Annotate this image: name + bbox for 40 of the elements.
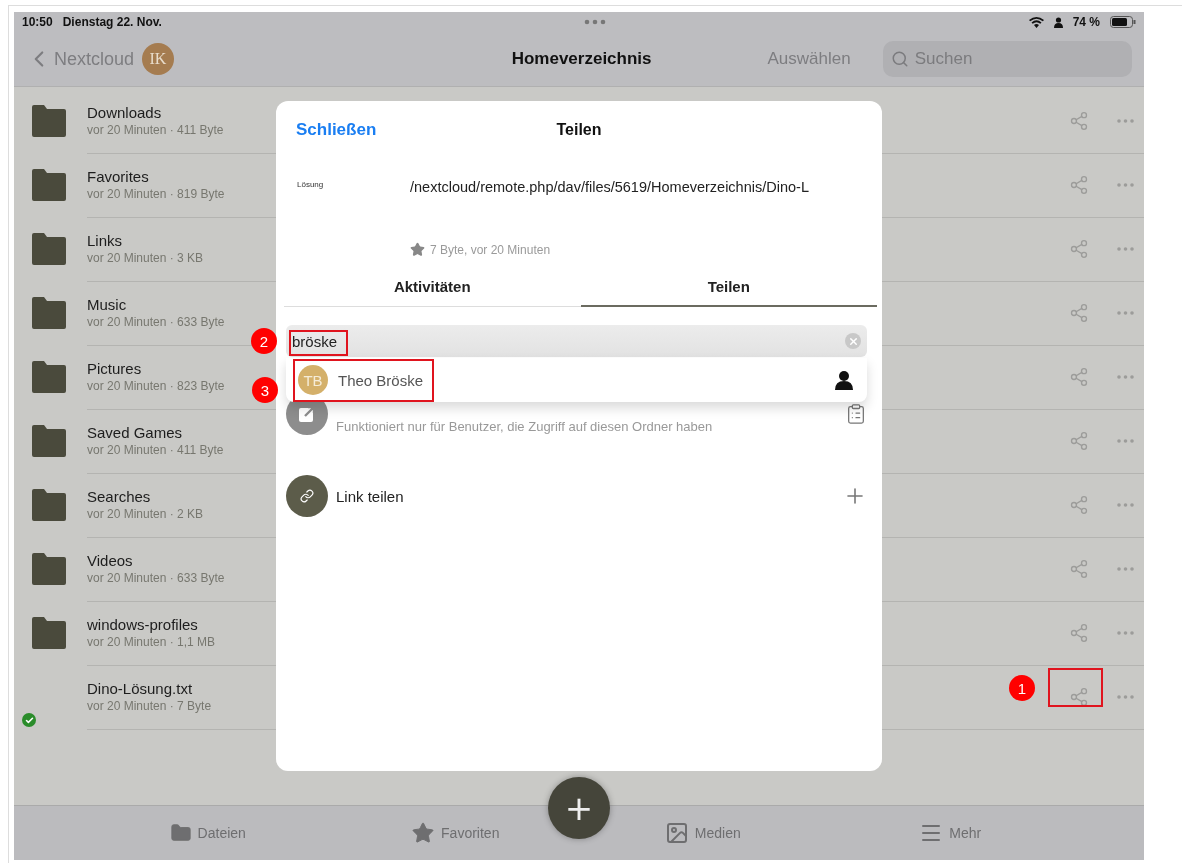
status-time: 10:50 [22, 15, 53, 29]
step-marker: 1 [1009, 675, 1035, 701]
sheet-title: Teilen [556, 121, 602, 139]
file-meta: vor 20 Minuten · 1,1 MB [87, 635, 216, 649]
share-search-field[interactable]: bröske [286, 325, 867, 357]
folder-title: Homeverzeichnis [511, 49, 652, 69]
file-details: 7 Byte, vor 20 Minuten [410, 242, 882, 257]
file-preview-text: Lösung [297, 180, 324, 189]
battery-percent: 74 % [1072, 15, 1100, 29]
file-name[interactable]: Pictures [87, 360, 142, 377]
user-suggestion[interactable]: TB Theo Bröske [294, 363, 428, 397]
file-name[interactable]: Searches [87, 488, 151, 505]
file-meta: vor 20 Minuten · 633 Byte [87, 571, 225, 585]
file-meta: vor 20 Minuten · 3 KB [87, 251, 204, 265]
file-name[interactable]: Saved Games [87, 424, 183, 441]
file-name[interactable]: windows-profiles [87, 616, 198, 633]
file-name[interactable]: Dino-Lösung.txt [87, 680, 193, 697]
sheet-tab[interactable]: Teilen [580, 267, 877, 307]
file-meta: vor 20 Minuten · 819 Byte [87, 187, 225, 201]
file-meta: vor 20 Minuten · 411 Byte [87, 443, 224, 457]
status-date: Dienstag 22. Nov. [62, 15, 162, 29]
file-name[interactable]: Downloads [87, 104, 162, 121]
step-marker: 2 [251, 328, 277, 354]
step-marker: 3 [252, 377, 278, 403]
user-initials: TB [298, 365, 328, 395]
add-button[interactable]: + [548, 777, 610, 839]
file-meta: vor 20 Minuten · 823 Byte [87, 379, 225, 393]
file-name[interactable]: Links [87, 232, 123, 249]
file-meta: vor 20 Minuten · 7 Byte [87, 699, 212, 713]
close-button[interactable]: Schließen [296, 120, 377, 140]
file-name[interactable]: Favorites [87, 168, 149, 185]
file-name[interactable]: Music [87, 296, 127, 313]
sheet-tab[interactable]: Aktivitäten [284, 267, 581, 307]
file-name[interactable]: Videos [87, 552, 133, 569]
internal-link-note: Funktioniert nur für Benutzer, die Zugriff auf diesen Ordner haben [336, 418, 714, 434]
share-link-label: Link teilen [336, 487, 405, 505]
file-path: /nextcloud/remote.php/dav/files/5619/Homeverzeichnis/Dino-L [410, 179, 810, 195]
file-meta: vor 20 Minuten · 411 Byte [87, 123, 224, 137]
file-meta: vor 20 Minuten · 2 KB [87, 507, 204, 521]
file-meta: vor 20 Minuten · 633 Byte [87, 315, 225, 329]
